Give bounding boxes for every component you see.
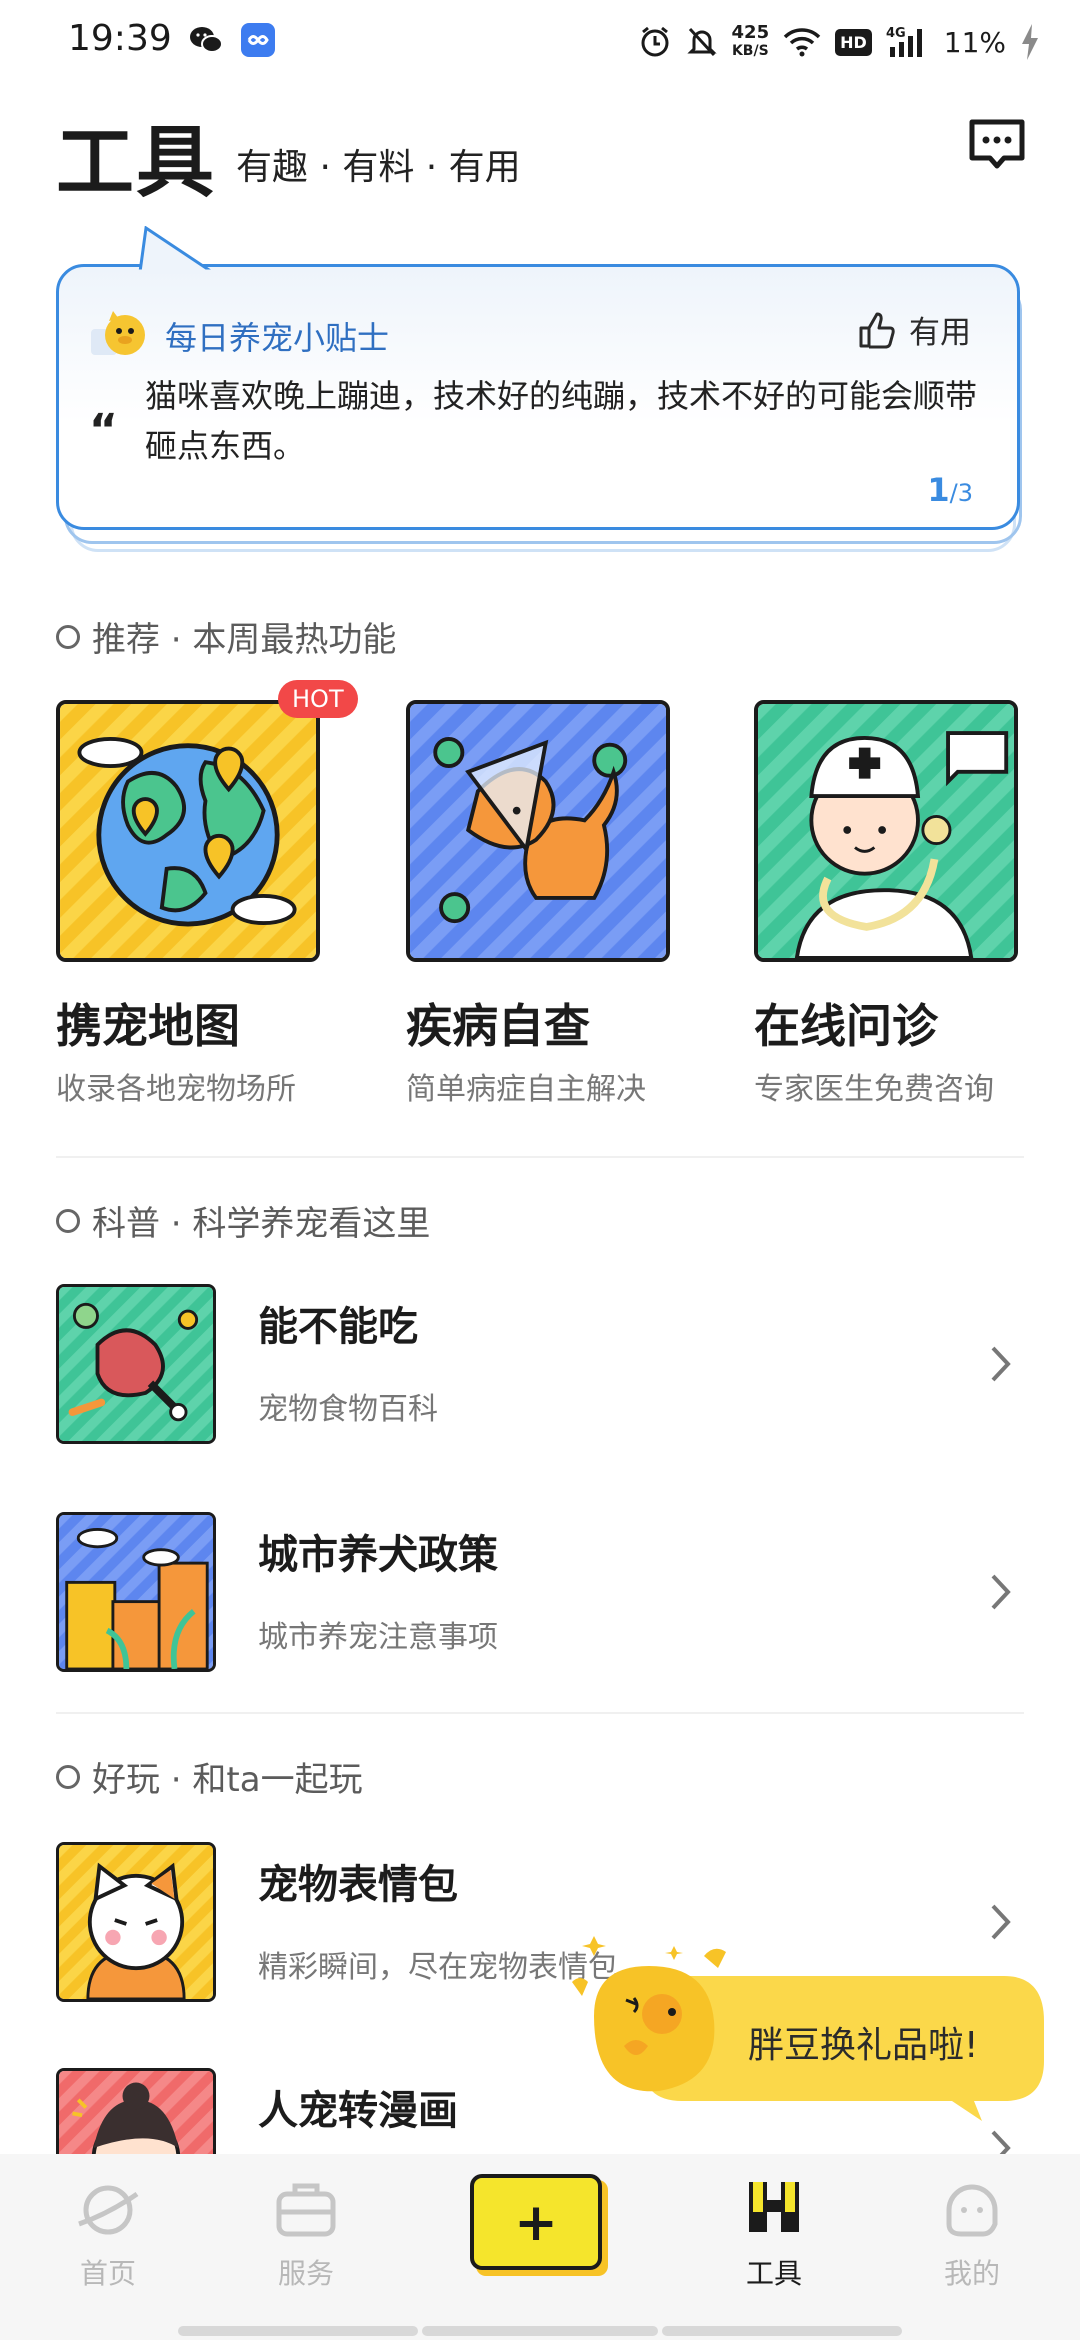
hd-badge: HD [835,28,872,56]
list-item-subtitle: 城市养宠注意事项 [258,1620,498,1655]
tip-pagination: 1/3 [927,471,973,509]
promo-text: 胖豆换礼品啦! [748,2025,979,2066]
useful-button[interactable]: 有用 [857,307,971,352]
list-item-title: 宠物表情包 [258,1862,458,1908]
nav-service-label: 服务 [277,2257,334,2290]
gesture-bar [662,2326,902,2336]
recommend-name: 在线问诊 [754,999,938,1053]
section-recommend-header: 推荐 · 本周最热功能 [56,612,396,661]
chevron-right-icon [991,1574,1011,1610]
food-ham-icon [56,1284,216,1444]
add-post-button[interactable]: + [470,2174,610,2278]
list-item-can-eat[interactable]: 能不能吃 宠物食物百科 [56,1284,1024,1446]
wifi-icon [783,28,821,57]
nav-home[interactable]: 首页 [28,2174,188,2292]
gesture-bar [178,2326,418,2336]
status-time: 19:39 [68,18,172,59]
section-fun-label: 好玩 · 和ta一起玩 [92,1760,363,1800]
briefcase-icon [276,2183,336,2237]
status-bar: 19:39 425 KB/S HD 4G 11% [0,0,1080,84]
gesture-bar [422,2326,658,2336]
network-speed: 425 KB/S [732,24,770,60]
recommend-desc: 简单病症自主解决 [406,1072,646,1107]
list-item-city-dog-policy[interactable]: 城市养犬政策 城市养宠注意事项 [56,1512,1024,1674]
bottom-navigation: 首页 服务 + 工具 我的 [0,2154,1080,2340]
alarm-icon [641,26,669,57]
page-title: 工具 [56,118,217,208]
tip-title: 每日养宠小贴士 [165,319,390,357]
nav-mine[interactable]: 我的 [892,2174,1052,2292]
list-item-title: 人宠转漫画 [258,2088,458,2134]
charging-icon [1022,24,1038,60]
planet-home-icon [78,2185,139,2235]
mascot-icon [91,311,145,355]
tip-card-pointer [138,226,214,274]
recommend-desc: 专家医生免费咨询 [754,1072,994,1107]
section-science-label: 科普 · 科学养宠看这里 [92,1204,431,1244]
nav-tools[interactable]: 工具 [694,2174,854,2292]
nav-service[interactable]: 服务 [226,2174,386,2292]
list-item-title: 能不能吃 [258,1304,418,1350]
list-item-subtitle: 宠物食物百科 [258,1392,438,1427]
page-header: 工具 有趣 · 有料 · 有用 [56,100,1026,208]
points-gift-promo[interactable]: 胖豆换礼品啦! [554,1936,1054,2136]
recommend-desc: 收录各地宠物场所 [56,1072,296,1107]
section-divider [56,1156,1024,1158]
status-right-icons: 425 KB/S HD 4G 11% [638,18,1040,66]
add-plus-icon: + [514,2193,558,2253]
nav-mine-label: 我的 [943,2257,1000,2290]
section-science-header: 科普 · 科学养宠看这里 [56,1196,430,1245]
nav-home-label: 首页 [79,2257,136,2290]
message-icon[interactable] [968,114,1026,172]
section-recommend-label: 推荐 · 本周最热功能 [92,620,397,660]
signal-icon: 4G [886,26,922,57]
page-subtitle: 有趣 · 有料 · 有用 [236,147,521,188]
section-fun-header: 好玩 · 和ta一起玩 [56,1752,363,1801]
recommend-name: 疾病自查 [406,999,590,1053]
app-notification-icon [241,23,275,57]
city-buildings-icon [56,1512,216,1672]
wechat-icon [190,27,223,53]
binoculars-icon [749,2182,799,2232]
sick-dog-icon [406,700,670,962]
section-bullet-icon [56,1208,80,1233]
cat-sticker-icon [56,1842,216,2002]
section-bullet-icon [56,624,80,649]
section-divider [56,1712,1024,1714]
globe-map-icon [56,700,320,962]
section-bullet-icon [56,1764,80,1789]
thumbs-up-icon [859,312,895,348]
recommend-name: 携宠地图 [56,999,240,1053]
hot-badge: HOT [278,680,358,718]
mute-bell-icon [686,27,717,57]
quote-mark-icon: “ [89,405,118,456]
daily-tip-card[interactable]: 每日养宠小贴士 有用 “ 猫咪喜欢晚上蹦迪，技术好的纯蹦，技术不好的可能会顺带砸… [56,222,1026,552]
tip-card-body: 每日养宠小贴士 有用 “ 猫咪喜欢晚上蹦迪，技术好的纯蹦，技术不好的可能会顺带砸… [56,264,1020,530]
tip-text: 猫咪喜欢晚上蹦迪，技术好的纯蹦，技术不好的可能会顺带砸点东西。 [145,377,978,465]
profile-face-icon [946,2184,998,2237]
list-item-title: 城市养犬政策 [258,1532,498,1578]
svg-text:4G: 4G [886,26,906,41]
nav-tools-label: 工具 [745,2257,802,2290]
network-speed-value: 425 [731,22,770,43]
nurse-doctor-icon [754,700,1018,962]
network-speed-unit: KB/S [731,43,769,59]
useful-label: 有用 [909,315,971,351]
chevron-right-icon [991,1346,1011,1382]
battery-level: 11% [943,25,1006,59]
